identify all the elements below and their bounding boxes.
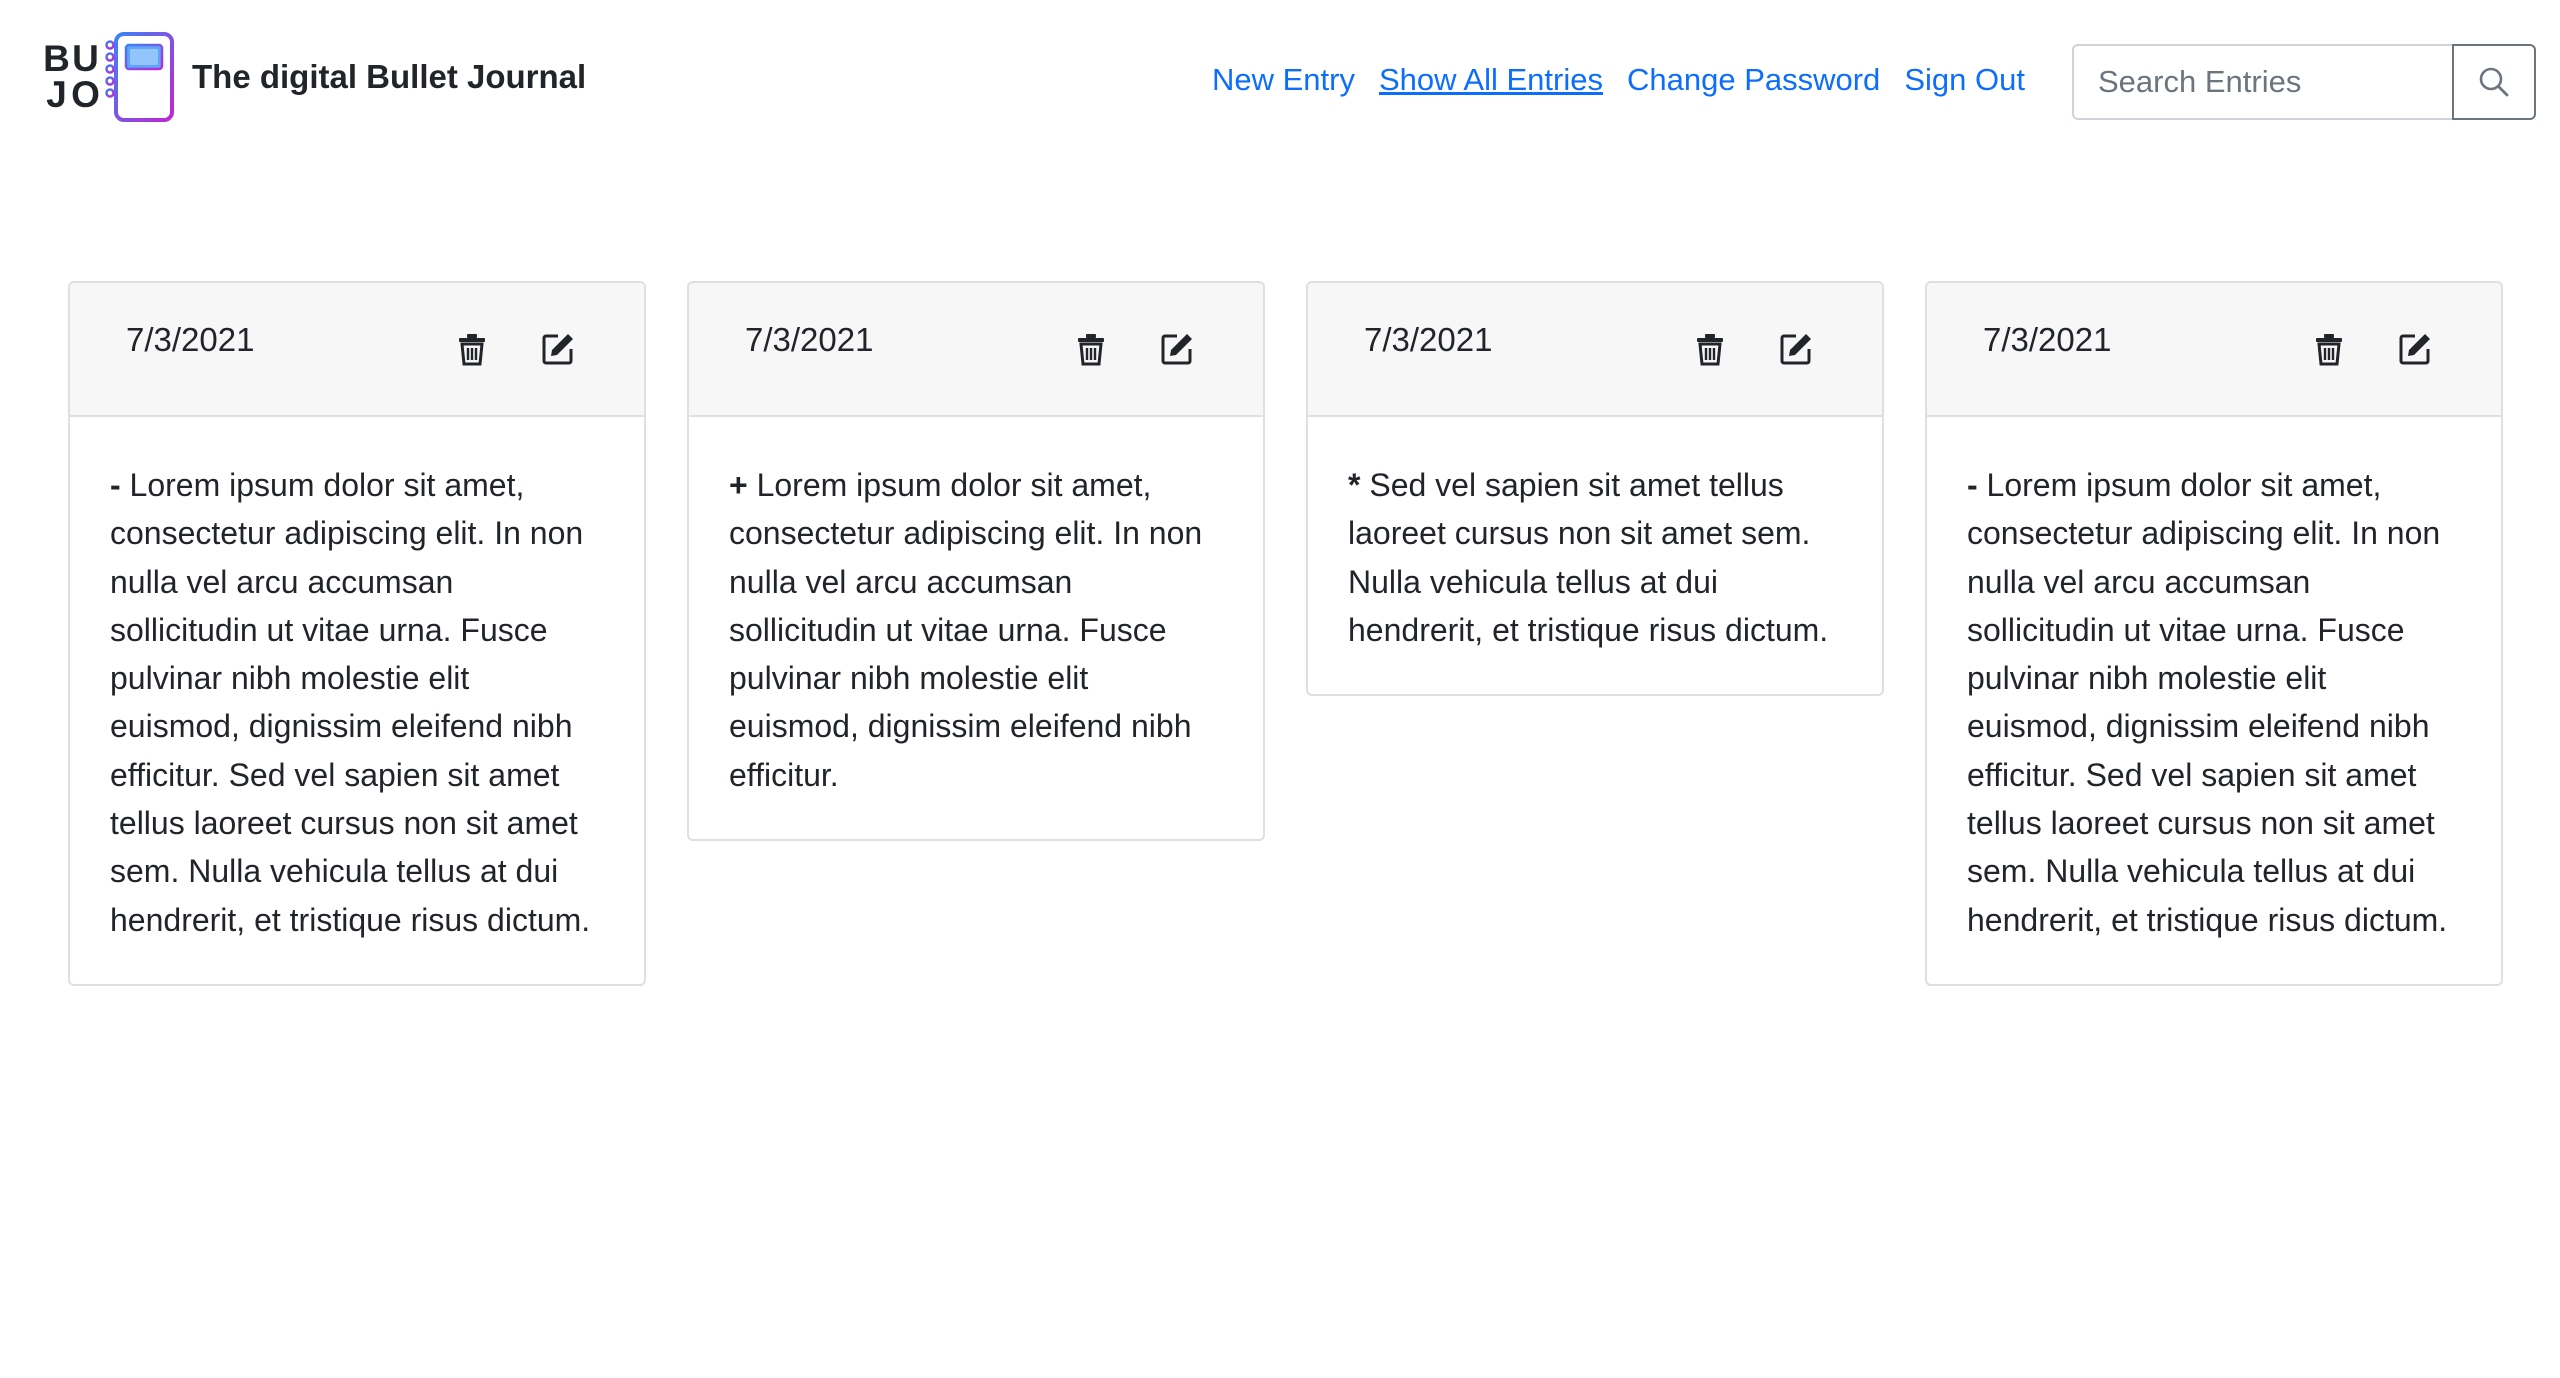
card-header: 7/3/2021 [1927,283,2501,417]
entry-date: 7/3/2021 [745,321,874,358]
brand[interactable]: B U J O The digital Bullet Journal [42,31,586,123]
edit-icon[interactable] [2397,331,2433,367]
card-header: 7/3/2021 [1308,283,1882,417]
nav-link-new-entry[interactable]: New Entry [1212,62,1355,98]
entry-content: * Sed vel sapien sit amet tellus laoreet… [1308,417,1882,694]
trash-icon[interactable] [1073,331,1109,367]
entry-text: Sed vel sapien sit amet tellus laoreet c… [1348,467,1829,648]
entry-text: Lorem ipsum dolor sit amet, consectetur … [110,467,591,938]
logo-text: B U J O [42,38,100,115]
brand-title: The digital Bullet Journal [192,58,587,95]
entry-text: Lorem ipsum dolor sit amet, consectetur … [1967,467,2448,938]
entry-bullet: - [1967,467,1987,503]
edit-icon[interactable] [1778,331,1814,367]
entry-content: - Lorem ipsum dolor sit amet, consectetu… [1927,417,2501,984]
edit-icon[interactable] [540,331,576,367]
logo-letter: J [46,74,67,115]
entry-date: 7/3/2021 [1364,321,1493,358]
entry-card: 7/3/2021 - Lorem ipsum dolor sit amet, c… [1925,281,2503,986]
entry-card: 7/3/2021 + Lorem ipsum dolor sit amet, c… [687,281,1265,842]
entry-card: 7/3/2021 - Lorem ipsum dolor sit amet, c… [68,281,646,986]
entry-bullet: + [729,467,757,503]
trash-icon[interactable] [2311,331,2347,367]
trash-icon[interactable] [1692,331,1728,367]
entry-date: 7/3/2021 [1983,321,2112,358]
logo-letter: B [43,38,70,79]
edit-icon[interactable] [1159,331,1195,367]
search-input[interactable] [2072,44,2452,120]
entry-card: 7/3/2021 * Sed vel sapien sit amet tellu… [1306,281,1884,697]
entry-bullet: - [110,467,130,503]
navbar: B U J O The digital Bullet Journal New E… [0,0,2560,160]
nav-link-sign-out[interactable]: Sign Out [1904,62,2025,98]
search-button[interactable] [2452,44,2536,120]
card-header: 7/3/2021 [689,283,1263,417]
search-icon [2479,67,2509,97]
logo-letter: U [72,38,99,79]
nav-link-change-password[interactable]: Change Password [1627,62,1880,98]
search-form [2072,44,2536,120]
entry-text: Lorem ipsum dolor sit amet, consectetur … [729,467,1203,793]
notebook-icon [105,32,174,122]
nav-link-show-all-entries[interactable]: Show All Entries [1379,62,1603,98]
entry-content: + Lorem ipsum dolor sit amet, consectetu… [689,417,1263,839]
logo-letter: O [71,74,100,115]
entry-date: 7/3/2021 [126,321,255,358]
entry-content: - Lorem ipsum dolor sit amet, consectetu… [70,417,644,984]
nav-links: New Entry Show All Entries Change Passwo… [1212,56,2049,104]
trash-icon[interactable] [454,331,490,367]
card-header: 7/3/2021 [70,283,644,417]
entry-bullet: * [1348,467,1370,503]
